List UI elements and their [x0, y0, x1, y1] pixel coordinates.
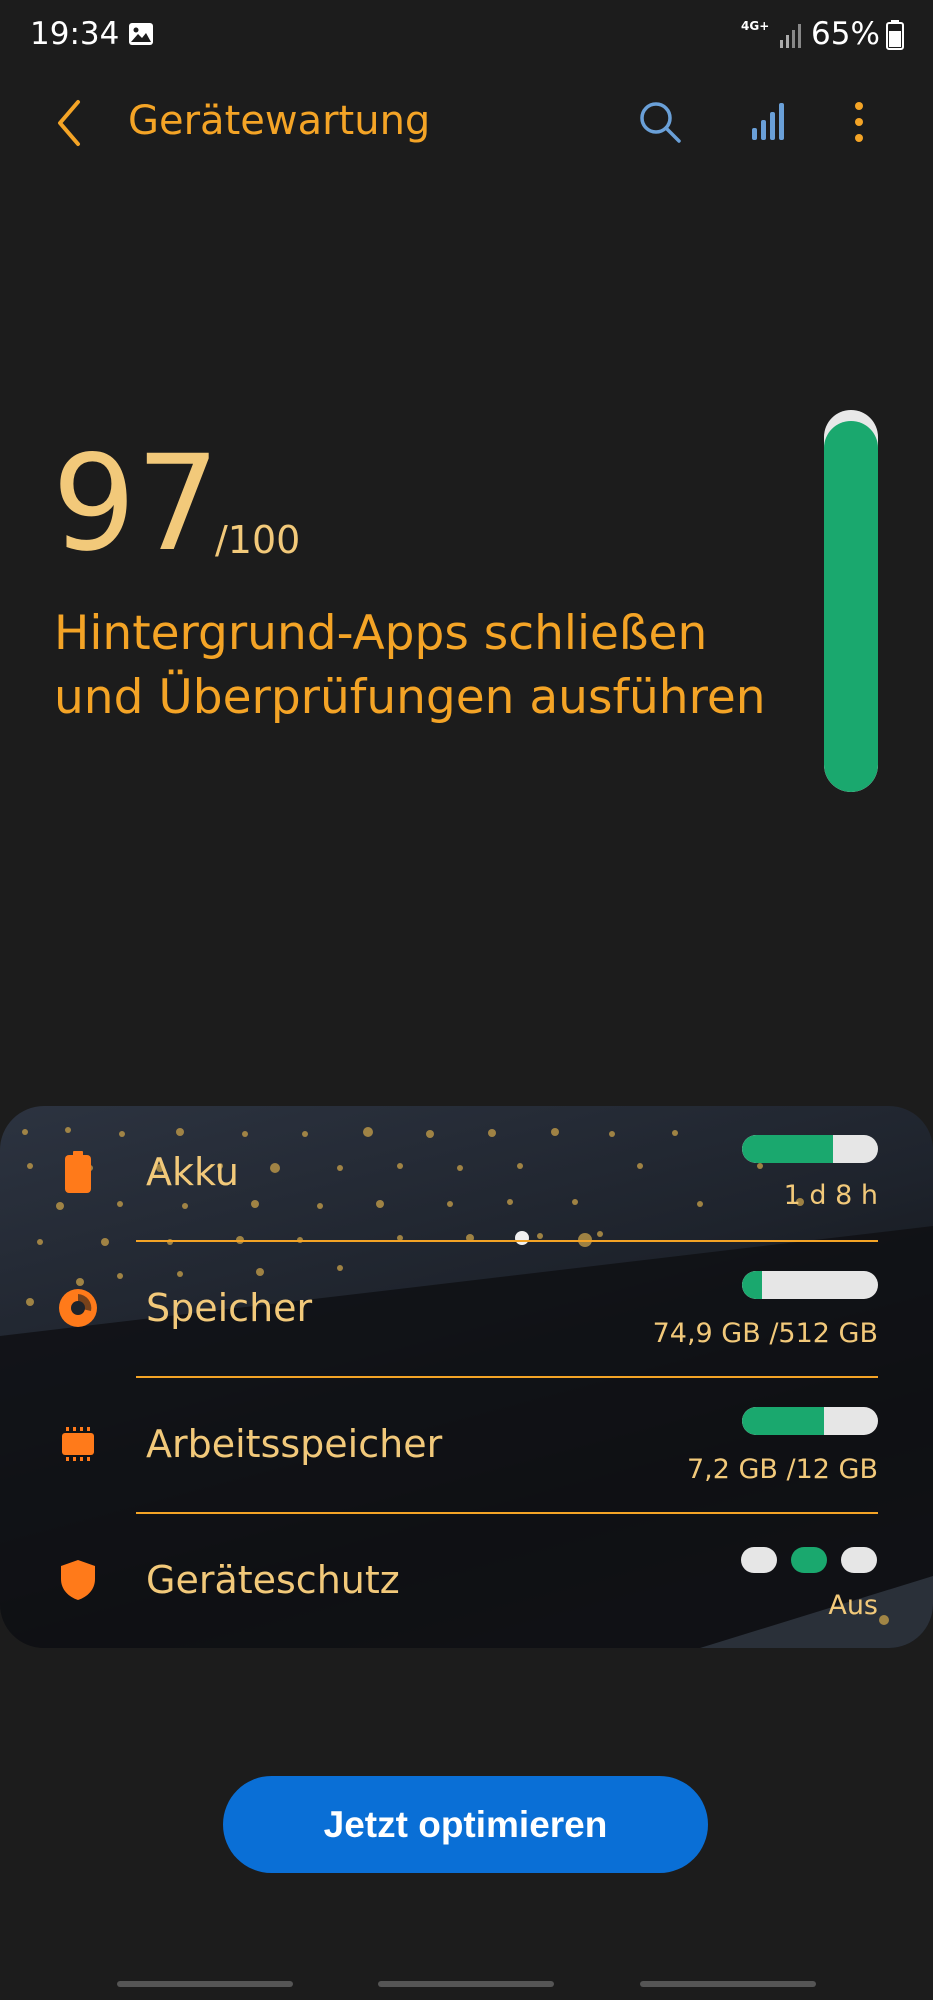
battery-usage-bar — [742, 1135, 878, 1163]
device-score: 97 — [52, 427, 220, 581]
network-type-label: 4G+ — [741, 19, 770, 33]
protection-status-dot — [791, 1547, 827, 1573]
score-max: /100 — [215, 518, 301, 562]
score-message: Hintergrund-Apps schließen und Überprüfu… — [54, 606, 766, 725]
protection-status-dot — [841, 1547, 877, 1573]
search-icon[interactable] — [637, 99, 683, 145]
signal-strength-icon — [780, 24, 801, 48]
protection-status-dot — [741, 1547, 777, 1573]
memory-usage-bar — [742, 1407, 878, 1435]
status-battery-icon — [886, 20, 904, 50]
device-protection-status: Aus — [828, 1590, 878, 1621]
memory-chip-icon — [62, 1427, 94, 1461]
page-title: Gerätewartung — [128, 98, 431, 144]
storage-usage-value: 74,9 GB /512 GB — [652, 1318, 878, 1349]
stats-icon[interactable] — [748, 100, 788, 142]
memory-label: Arbeitsspeicher — [146, 1422, 443, 1466]
more-options-icon[interactable] — [846, 98, 872, 146]
nav-back-indicator[interactable] — [640, 1981, 816, 1987]
storage-usage-bar — [742, 1271, 878, 1299]
device-status-card: Akku 1 d 8 h Speicher 74,9 GB /512 GB Ar… — [0, 1106, 933, 1648]
battery-label: Akku — [146, 1150, 239, 1194]
device-protection-row[interactable]: Geräteschutz Aus — [0, 1514, 933, 1648]
gallery-notification-icon — [129, 23, 153, 45]
storage-pie-icon — [59, 1289, 97, 1327]
memory-usage-fill — [742, 1407, 824, 1435]
optimize-now-button[interactable]: Jetzt optimieren — [223, 1776, 708, 1873]
nav-recents-indicator[interactable] — [117, 1981, 293, 1987]
device-protection-label: Geräteschutz — [146, 1558, 400, 1602]
shield-icon — [61, 1560, 95, 1600]
nav-home-indicator[interactable] — [378, 1981, 554, 1987]
battery-remaining-time: 1 d 8 h — [783, 1180, 878, 1211]
memory-row[interactable]: Arbeitsspeicher 7,2 GB /12 GB — [0, 1378, 933, 1513]
memory-usage-value: 7,2 GB /12 GB — [686, 1454, 878, 1485]
battery-row[interactable]: Akku 1 d 8 h — [0, 1106, 933, 1241]
status-time: 19:34 — [30, 16, 120, 52]
battery-percentage: 65% — [811, 16, 880, 52]
storage-row[interactable]: Speicher 74,9 GB /512 GB — [0, 1242, 933, 1377]
score-gauge-fill — [824, 421, 878, 792]
back-button[interactable] — [50, 96, 90, 150]
storage-label: Speicher — [146, 1286, 313, 1330]
storage-usage-fill — [742, 1271, 762, 1299]
score-gauge — [824, 410, 878, 792]
battery-icon — [65, 1151, 91, 1193]
battery-usage-fill — [742, 1135, 834, 1163]
